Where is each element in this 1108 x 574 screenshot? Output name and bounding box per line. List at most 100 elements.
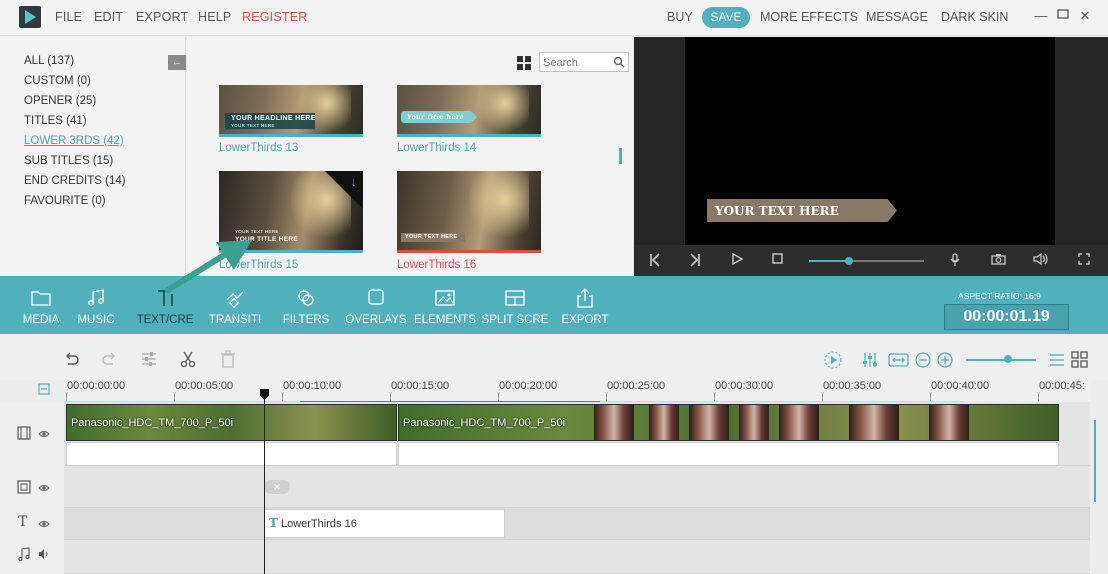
menu-export[interactable]: EXPORT [136, 10, 188, 24]
play-icon[interactable] [729, 252, 745, 269]
tool-music-label: MUSIC [77, 314, 115, 326]
audio-mixer-icon[interactable] [862, 351, 880, 369]
thumbnail-label-14[interactable]: LowerThirds 14 [397, 142, 476, 154]
thumbnail-lowerthirds-14[interactable]: Your title here [397, 85, 541, 137]
fit-timeline-icon[interactable] [888, 351, 909, 369]
more-effects-button[interactable]: MORE EFFECTS [760, 10, 858, 24]
speaker-icon[interactable] [38, 548, 50, 560]
music-track-icon [18, 547, 30, 561]
tool-split-screen-label: SPLIT SCRE [481, 314, 549, 326]
video-clip[interactable]: Panasonic_HDC_TM_700_P_50i [66, 404, 397, 441]
save-button[interactable]: SAVE [702, 7, 750, 28]
thumbnail-label-13[interactable]: LowerThirds 13 [219, 142, 298, 154]
tool-text-label: TEXT/CRE [136, 314, 194, 326]
search-box [539, 52, 629, 72]
grid-view-icon[interactable] [517, 56, 531, 70]
zoom-in-icon[interactable] [936, 351, 954, 369]
menu-edit[interactable]: EDIT [94, 10, 123, 24]
export-icon [577, 288, 593, 308]
category-custom[interactable]: CUSTOM (0) [24, 75, 91, 87]
scissors-icon[interactable] [179, 350, 197, 368]
fx-disabled-icon[interactable]: ✕ [264, 480, 290, 494]
music-track [64, 540, 1090, 574]
maximize-icon[interactable] [1055, 8, 1071, 24]
timecode-display: 00:00:01.19 [944, 304, 1069, 330]
render-preview-icon[interactable] [824, 351, 842, 369]
message-button[interactable]: MESSAGE [866, 10, 928, 24]
category-lower-thirds[interactable]: LOWER 3RDS (42) [24, 135, 124, 147]
preview-scrubber[interactable] [809, 257, 924, 265]
tool-split-screen[interactable]: SPLIT SCRE [480, 276, 550, 334]
download-icon[interactable]: ↓ [351, 174, 358, 189]
eye-icon[interactable] [38, 428, 50, 440]
timeline-scrollbar[interactable] [1094, 420, 1096, 502]
eye-icon[interactable] [38, 518, 50, 530]
tool-filters-label: FILTERS [282, 314, 330, 326]
minimize-icon[interactable]: — [1033, 8, 1049, 24]
thumb-16-caption: YOUR TEXT HERE [405, 234, 458, 240]
menu-bar: FILE EDIT EXPORT HELP REGISTER BUY SAVE … [0, 0, 1108, 36]
preview-panel: YOUR TEXT HERE [634, 37, 1108, 276]
undo-icon[interactable] [62, 350, 80, 368]
thumbnail-lowerthirds-16[interactable]: YOUR TEXT HERE [397, 171, 541, 253]
add-track-icon[interactable] [37, 382, 51, 396]
video-clip-label: Panasonic_HDC_TM_700_P_50i [71, 417, 234, 429]
category-all[interactable]: ALL (137) [24, 55, 74, 67]
timeline-ruler[interactable]: 00:00:00:00 00:00:05:00 00:00:10:00 00:0… [64, 380, 1090, 403]
category-opener[interactable]: OPENER (25) [24, 95, 96, 107]
tool-elements[interactable]: ELEMENTS [410, 276, 480, 334]
eye-icon[interactable] [38, 482, 50, 494]
category-titles[interactable]: TITLES (41) [24, 115, 87, 127]
thumb-13-subcaption: YOUR TEXT HERE [231, 123, 275, 128]
category-end-credits[interactable]: END CREDITS (14) [24, 175, 126, 187]
list-view-icon[interactable] [1048, 351, 1066, 369]
tool-music[interactable]: MUSIC [61, 276, 131, 334]
tool-export[interactable]: EXPORT [550, 276, 620, 334]
app-window: FILE EDIT EXPORT HELP REGISTER BUY SAVE … [0, 0, 1108, 574]
ruler-label: 00:00:15:00 [391, 380, 450, 392]
menu-register[interactable]: REGISTER [242, 10, 308, 24]
pip-track-icon [17, 480, 31, 494]
close-icon[interactable]: ✕ [1077, 8, 1093, 24]
adjust-icon[interactable] [140, 350, 158, 368]
menu-help[interactable]: HELP [198, 10, 231, 24]
stop-icon[interactable] [769, 253, 785, 269]
library-scrollbar[interactable] [619, 148, 622, 164]
ruler-label: 00:00:20:00 [499, 380, 558, 392]
grid-layout-icon[interactable] [1071, 351, 1089, 369]
overlay-icon [368, 289, 384, 305]
preview-screen: YOUR TEXT HERE [685, 37, 1055, 245]
trash-icon[interactable] [219, 350, 237, 368]
video-clip[interactable]: Panasonic_HDC_TM_700_P_50i [398, 404, 1059, 441]
thumb-15-subcaption: YOUR TEXT HERE [235, 229, 279, 234]
category-favourite[interactable]: FAVOURITE (0) [24, 195, 106, 207]
tool-transitions-label: TRANSITI [208, 314, 262, 326]
pip-track [64, 468, 1090, 508]
annotation-arrow [165, 240, 252, 293]
redo-icon[interactable] [101, 350, 119, 368]
tool-filters[interactable]: FILTERS [271, 276, 341, 334]
collapse-panel-icon[interactable]: ← [168, 55, 186, 70]
thumbnail-lowerthirds-13[interactable]: YOUR HEADLINE HERE YOUR TEXT HERE [219, 85, 363, 137]
thumb-13-caption: YOUR HEADLINE HERE [231, 115, 316, 122]
category-subtitles[interactable]: SUB TITLES (15) [24, 155, 113, 167]
skip-back-icon[interactable] [647, 253, 663, 269]
camera-icon[interactable] [990, 253, 1006, 269]
step-forward-icon[interactable] [687, 253, 703, 269]
timeline-toolbar [0, 334, 1108, 380]
category-list: ALL (137) CUSTOM (0) OPENER (25) TITLES … [0, 37, 186, 276]
search-icon[interactable] [613, 56, 625, 68]
dark-skin-button[interactable]: DARK SKIN [941, 10, 1008, 24]
thumbnail-label-16[interactable]: LowerThirds 16 [397, 259, 476, 271]
search-input[interactable] [543, 55, 613, 70]
tool-overlays[interactable]: OVERLAYS [341, 276, 411, 334]
buy-button[interactable]: BUY [667, 10, 693, 24]
title-clip[interactable]: T LowerThirds 16 [264, 509, 505, 538]
zoom-slider[interactable] [966, 355, 1036, 363]
fullscreen-icon[interactable] [1076, 253, 1092, 269]
preview-banner-text: YOUR TEXT HERE [715, 204, 839, 218]
microphone-icon[interactable] [947, 253, 963, 269]
volume-icon[interactable] [1033, 252, 1049, 269]
zoom-out-icon[interactable] [914, 351, 932, 369]
menu-file[interactable]: FILE [55, 10, 82, 24]
